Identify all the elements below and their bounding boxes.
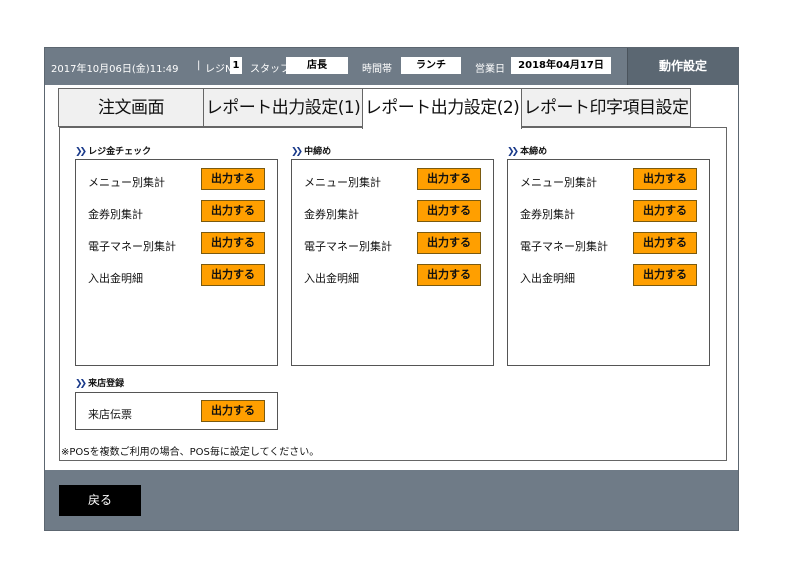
tab-report-print-items[interactable]: レポート印字項目設定 [521, 88, 691, 127]
row-label: 入出金明細 [88, 272, 143, 285]
setting-row: 入出金明細 出力する [508, 264, 709, 290]
section-box-final-close: メニュー別集計 出力する 金券別集計 出力する 電子マネー別集計 出力する 入出… [507, 159, 710, 366]
footer-bar: 戻る [45, 470, 738, 530]
section-title-interim-close: ❯❯ 中締め [291, 147, 332, 157]
row-label: 電子マネー別集計 [304, 240, 392, 253]
setting-row: メニュー別集計 出力する [76, 168, 277, 194]
staff-label: スタッフ [250, 64, 290, 75]
staff-value: 店長 [286, 57, 348, 74]
setting-row: 金券別集計 出力する [76, 200, 277, 226]
output-button[interactable]: 出力する [633, 264, 697, 286]
timeslot-label: 時間帯 [362, 64, 392, 75]
business-day-value: 2018年04月17日 [511, 57, 611, 74]
setting-row: 入出金明細 出力する [76, 264, 277, 290]
section-box-register-check: メニュー別集計 出力する 金券別集計 出力する 電子マネー別集計 出力する 入出… [75, 159, 278, 366]
output-button[interactable]: 出力する [633, 232, 697, 254]
row-label: 入出金明細 [304, 272, 359, 285]
row-label: 電子マネー別集計 [520, 240, 608, 253]
status-header: 2017年10月06日(金)11:49 | レジNo 1 スタッフ 店長 時間帯… [45, 48, 738, 85]
double-chevron-icon: ❯❯ [75, 147, 87, 157]
datetime-label: 2017年10月06日(金)11:49 [51, 64, 179, 75]
output-button[interactable]: 出力する [201, 232, 265, 254]
setting-row: 来店伝票 出力する [76, 400, 277, 426]
row-label: メニュー別集計 [520, 176, 597, 189]
double-chevron-icon: ❯❯ [75, 379, 87, 389]
output-button[interactable]: 出力する [417, 168, 481, 190]
register-number: 1 [230, 57, 242, 74]
section-title-register-check: ❯❯ レジ金チェック [75, 147, 152, 157]
output-button[interactable]: 出力する [201, 264, 265, 286]
timeslot-value: ランチ [401, 57, 461, 74]
tab-report-output-2[interactable]: レポート出力設定(2) [362, 88, 522, 129]
row-label: 入出金明細 [520, 272, 575, 285]
business-day-label: 営業日 [475, 64, 505, 75]
back-button[interactable]: 戻る [59, 485, 141, 516]
output-button[interactable]: 出力する [417, 232, 481, 254]
setting-row: 入出金明細 出力する [292, 264, 493, 290]
section-box-visit-registration: 来店伝票 出力する [75, 392, 278, 430]
tab-order-screen[interactable]: 注文画面 [58, 88, 204, 127]
setting-row: 電子マネー別集計 出力する [292, 232, 493, 258]
row-label: 金券別集計 [304, 208, 359, 221]
setting-row: 電子マネー別集計 出力する [76, 232, 277, 258]
row-label: 来店伝票 [88, 408, 132, 421]
double-chevron-icon: ❯❯ [507, 147, 519, 157]
multi-pos-note: ※POSを複数ご利用の場合、POS毎に設定してください。 [61, 447, 320, 458]
output-button[interactable]: 出力する [417, 200, 481, 222]
section-title-visit-registration: ❯❯ 来店登録 [75, 379, 125, 389]
output-button[interactable]: 出力する [633, 168, 697, 190]
row-label: 金券別集計 [520, 208, 575, 221]
setting-row: 金券別集計 出力する [292, 200, 493, 226]
row-label: メニュー別集計 [304, 176, 381, 189]
row-label: メニュー別集計 [88, 176, 165, 189]
setting-row: 金券別集計 出力する [508, 200, 709, 226]
output-button[interactable]: 出力する [633, 200, 697, 222]
section-box-interim-close: メニュー別集計 出力する 金券別集計 出力する 電子マネー別集計 出力する 入出… [291, 159, 494, 366]
row-label: 金券別集計 [88, 208, 143, 221]
action-settings-button[interactable]: 動作設定 [627, 48, 738, 85]
setting-row: メニュー別集計 出力する [292, 168, 493, 194]
output-button[interactable]: 出力する [417, 264, 481, 286]
app-window: 2017年10月06日(金)11:49 | レジNo 1 スタッフ 店長 時間帯… [44, 47, 739, 531]
output-button[interactable]: 出力する [201, 400, 265, 422]
setting-row: メニュー別集計 出力する [508, 168, 709, 194]
setting-row: 電子マネー別集計 出力する [508, 232, 709, 258]
output-button[interactable]: 出力する [201, 200, 265, 222]
double-chevron-icon: ❯❯ [291, 147, 303, 157]
output-button[interactable]: 出力する [201, 168, 265, 190]
tab-report-output-1[interactable]: レポート出力設定(1) [203, 88, 363, 127]
header-divider: | [197, 60, 201, 71]
section-title-final-close: ❯❯ 本締め [507, 147, 548, 157]
row-label: 電子マネー別集計 [88, 240, 176, 253]
